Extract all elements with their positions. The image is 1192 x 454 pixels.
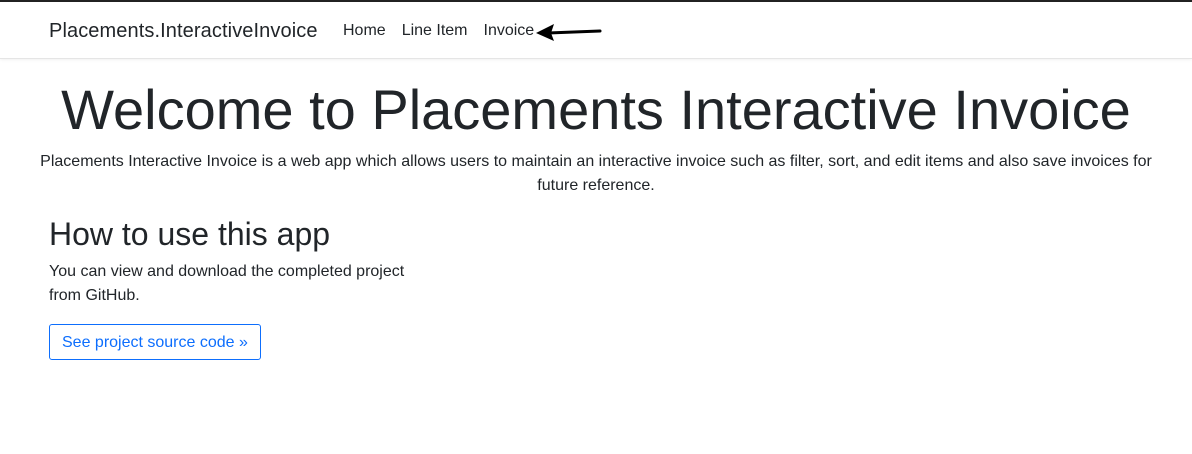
section-heading: How to use this app: [49, 216, 331, 252]
source-code-button[interactable]: See project source code »: [49, 324, 261, 360]
nav-link-line-item[interactable]: Line Item: [402, 21, 468, 41]
how-to-section: How to use this app You can view and dow…: [49, 214, 429, 308]
page-title: Welcome to Placements Interactive Invoic…: [61, 78, 1131, 141]
hero: Welcome to Placements Interactive Invoic…: [0, 78, 1192, 198]
brand-link[interactable]: Placements.InteractiveInvoice: [49, 19, 318, 43]
arrow-left-icon: [536, 24, 602, 41]
navbar: Placements.InteractiveInvoice Home Line …: [0, 2, 1192, 59]
nav-link-home[interactable]: Home: [343, 21, 386, 41]
section-body: You can view and download the completed …: [49, 263, 405, 304]
nav-link-invoice[interactable]: Invoice: [484, 21, 535, 41]
page-description: Placements Interactive Invoice is a web …: [40, 153, 1152, 194]
nav-links: Home Line Item Invoice: [343, 21, 534, 41]
